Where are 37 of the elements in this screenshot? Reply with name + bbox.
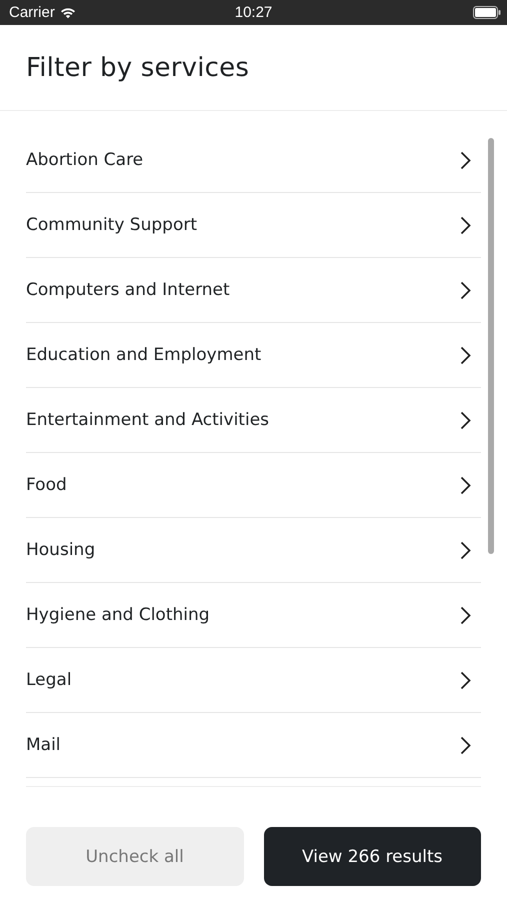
chevron-right-icon — [460, 606, 471, 624]
chevron-right-icon — [460, 346, 471, 364]
chevron-right-icon — [460, 150, 471, 170]
service-list-item[interactable]: Legal — [26, 648, 481, 713]
chevron-right-icon — [460, 410, 471, 430]
service-label: Community Support — [26, 215, 197, 235]
service-label: Housing — [26, 540, 96, 560]
service-label: Entertainment and Activities — [26, 410, 270, 430]
service-label: Education and Employment — [26, 345, 262, 365]
service-list-item[interactable]: Housing — [26, 518, 481, 583]
service-list-item[interactable]: Food — [26, 453, 481, 518]
service-list-item[interactable]: Hygiene and Clothing — [26, 583, 481, 648]
service-label: Mail — [26, 735, 61, 755]
status-time: 10:27 — [234, 4, 272, 21]
chevron-right-icon — [460, 476, 471, 494]
service-list-item[interactable]: Community Support — [26, 193, 481, 258]
service-label: Legal — [26, 670, 72, 690]
service-list-item[interactable]: Abortion Care — [26, 128, 481, 193]
page-title: Filter by services — [26, 52, 250, 82]
battery-icon — [473, 6, 501, 19]
service-label: Abortion Care — [26, 150, 144, 170]
chevron-right-icon — [460, 540, 471, 560]
service-label: Food — [26, 475, 67, 495]
service-label: Hygiene and Clothing — [26, 605, 210, 625]
chevron-right-icon — [460, 280, 471, 300]
chevron-right-icon — [460, 736, 471, 754]
view-results-button[interactable]: View 266 results — [264, 827, 481, 886]
carrier-label: Carrier — [9, 4, 55, 21]
service-list-item[interactable]: Mail — [26, 713, 481, 778]
chevron-right-icon — [460, 670, 471, 690]
chevron-right-icon — [460, 216, 471, 234]
scrollbar[interactable] — [488, 138, 494, 554]
service-list-item[interactable]: Computers and Internet — [26, 258, 481, 323]
service-label: Computers and Internet — [26, 280, 230, 300]
service-list-item[interactable]: Education and Employment — [26, 323, 481, 388]
wifi-icon — [60, 6, 76, 18]
service-list-item[interactable]: Entertainment and Activities — [26, 388, 481, 453]
